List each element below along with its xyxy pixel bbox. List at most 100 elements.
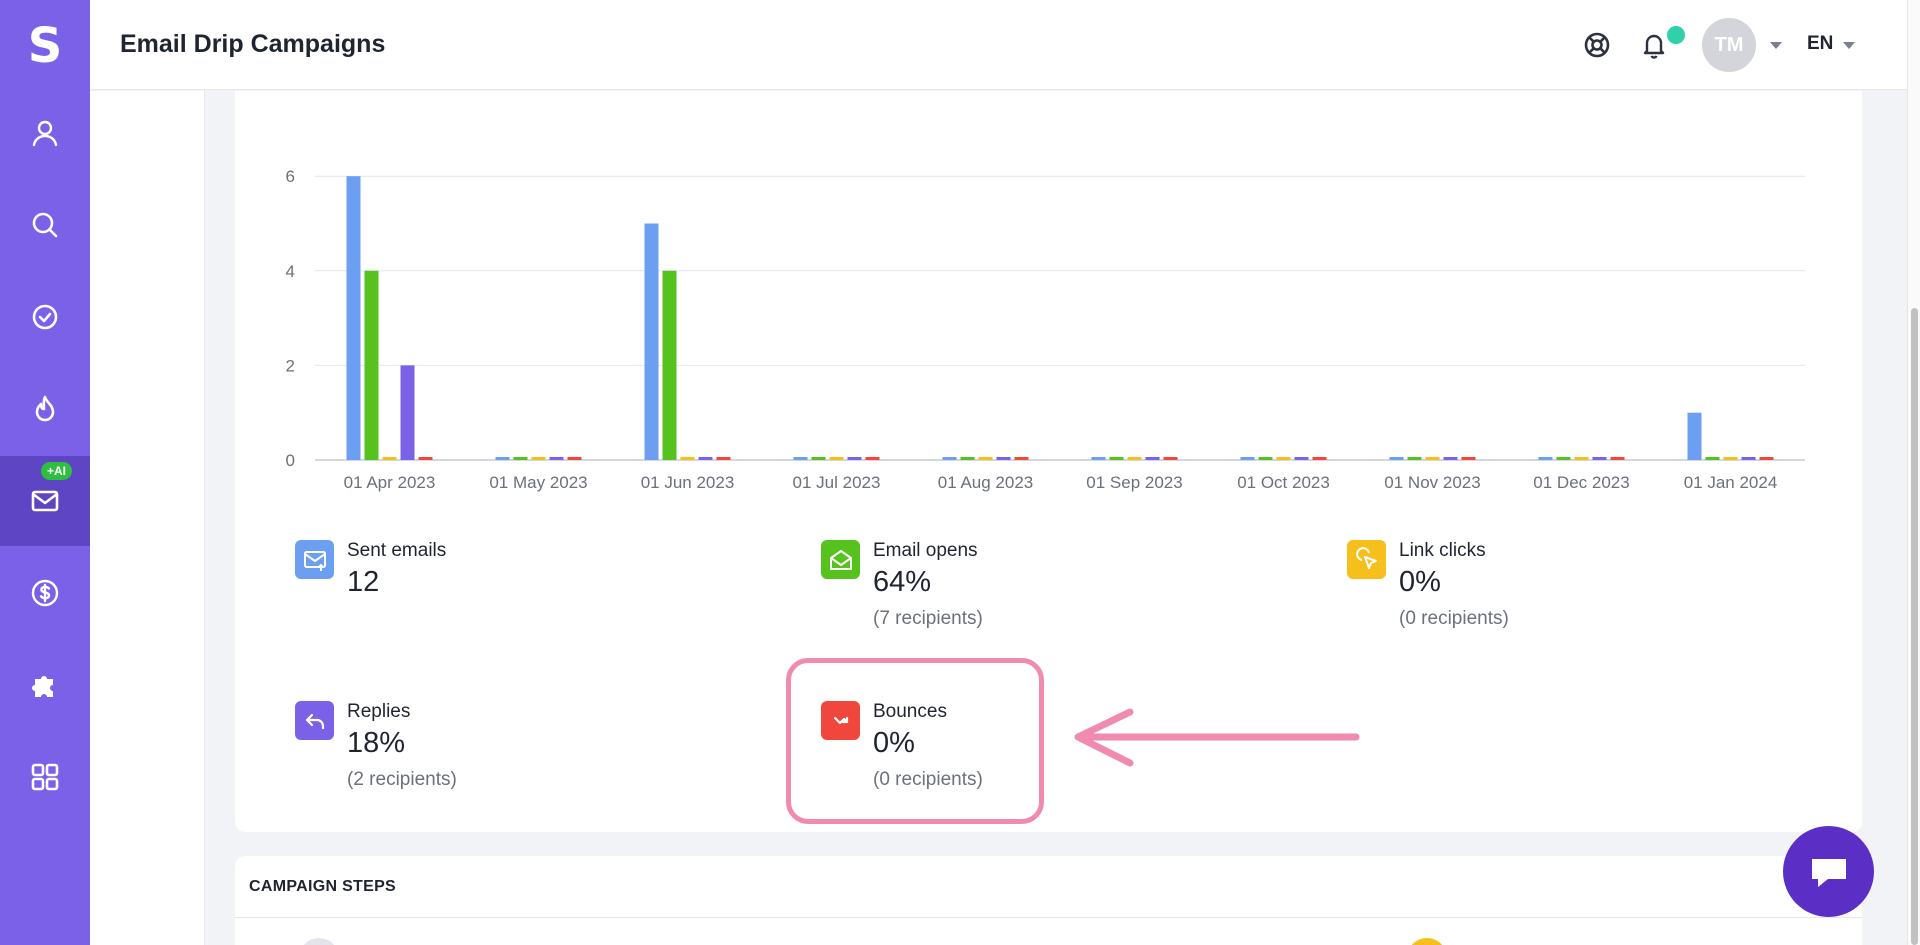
notification-bell-icon[interactable] — [1637, 28, 1671, 62]
chart-bar — [644, 223, 659, 460]
chart-bar — [1425, 457, 1440, 460]
stat-sent-icon-box — [295, 540, 334, 579]
scrollbar-thumb[interactable] — [1911, 308, 1918, 945]
sidebar-item-deals[interactable] — [0, 364, 90, 454]
help-lifebuoy-icon[interactable] — [1580, 28, 1614, 62]
mail-send-icon — [303, 550, 326, 571]
chart-bar — [811, 457, 826, 460]
ai-badge: +AI — [41, 462, 73, 480]
notification-dot — [1667, 26, 1685, 44]
mail-icon — [31, 490, 59, 512]
stat-label: Replies — [347, 701, 411, 722]
chart-bar — [680, 457, 695, 460]
stat-recipients: (2 recipients) — [347, 769, 457, 790]
chart-bar — [1163, 457, 1178, 460]
chart-bar — [531, 457, 546, 460]
stat-value: 64% — [873, 566, 932, 598]
stat-recipients: (7 recipients) — [873, 608, 983, 629]
chart-bar — [1312, 457, 1327, 460]
x-tick-label: 01 Jul 2023 — [793, 473, 881, 492]
campaign-stats-card: 0 2 4 6 01 Apr 2023 01 May 2023 01 Jun 2023 01 … — [235, 91, 1862, 832]
x-tick-label: 01 Apr 2023 — [344, 473, 436, 492]
chart-bar — [960, 457, 975, 460]
chart-bar — [1741, 457, 1756, 460]
grid-icon — [31, 763, 59, 791]
search-icon — [32, 212, 58, 238]
stat-email-opens: Email opens 64% (7 recipients) — [821, 540, 1221, 640]
chart-bar — [1705, 457, 1720, 460]
sidebar-item-contacts[interactable] — [0, 88, 90, 178]
y-tick-label: 2 — [286, 356, 295, 375]
chart-bar — [1258, 457, 1273, 460]
stat-clicks-icon-box — [1347, 540, 1386, 579]
page-title: Email Drip Campaigns — [120, 30, 386, 58]
sidebar-item-tasks[interactable] — [0, 272, 90, 362]
section-title: CAMPAIGN STEPS — [249, 878, 397, 895]
x-tick-label: 01 Sep 2023 — [1086, 473, 1182, 492]
chart-bar — [1014, 457, 1029, 460]
chart-bar — [364, 270, 379, 460]
sidebar-item-apps[interactable] — [0, 732, 90, 822]
x-tick-label: 01 Aug 2023 — [938, 473, 1033, 492]
chart-bar — [1538, 457, 1553, 460]
chart-bar — [978, 457, 993, 460]
chart-bar — [1127, 457, 1142, 460]
stat-value: 0% — [1399, 566, 1441, 598]
top-header: Email Drip Campaigns TM EN — [90, 0, 1907, 90]
stat-value: 18% — [347, 727, 406, 759]
sidebar-item-integrations[interactable] — [0, 640, 90, 730]
puzzle-icon — [32, 676, 53, 697]
cursor-click-icon — [1355, 546, 1377, 569]
step-icon — [1407, 938, 1447, 945]
highlight-box — [786, 658, 1044, 824]
chart-bar — [662, 270, 677, 460]
stat-label: Email opens — [873, 540, 978, 561]
chart-bar — [1109, 457, 1124, 460]
chevron-down-icon[interactable] — [1843, 42, 1855, 49]
x-tick-label: 01 Jan 2024 — [1684, 473, 1778, 492]
person-icon — [32, 120, 58, 147]
left-panel — [90, 91, 205, 945]
chart-bar — [1723, 457, 1738, 460]
mail-open-icon — [829, 549, 852, 570]
chart-bar — [793, 457, 808, 460]
stat-link-clicks: Link clicks 0% (0 recipients) — [1347, 540, 1747, 640]
x-tick-label: 01 Dec 2023 — [1533, 473, 1629, 492]
chart-bar — [382, 457, 397, 460]
sidebar-item-search[interactable] — [0, 180, 90, 270]
chart-bar — [400, 365, 415, 460]
chart-bar — [1610, 457, 1625, 460]
chart-bar — [1276, 457, 1291, 460]
chart-bar — [829, 457, 844, 460]
chart-bar — [1145, 457, 1160, 460]
stat-replies: Replies 18% (2 recipients) — [295, 701, 695, 801]
bar-chart: 0 2 4 6 01 Apr 2023 01 May 2023 01 Jun 2023 01 … — [286, 167, 1805, 492]
stat-label: Link clicks — [1399, 540, 1486, 561]
chart-bar — [1443, 457, 1458, 460]
language-selector[interactable]: EN — [1807, 33, 1833, 55]
chart-bar — [942, 457, 957, 460]
check-circle-icon — [32, 304, 58, 330]
chart-bar — [495, 457, 510, 460]
chart-bar — [865, 457, 880, 460]
chart-bar — [1687, 412, 1702, 460]
chart-bar — [1574, 457, 1589, 460]
user-avatar[interactable]: TM — [1702, 18, 1756, 72]
chevron-down-icon[interactable] — [1770, 42, 1782, 49]
app-logo[interactable]: S — [0, 18, 90, 74]
chart-bar — [996, 457, 1011, 460]
chart-bar — [1091, 457, 1106, 460]
sidebar-item-email[interactable]: +AI — [0, 456, 90, 546]
page-scrollbar[interactable] — [1907, 0, 1920, 945]
chat-widget-button[interactable] — [1783, 826, 1874, 917]
x-tick-label: 01 Jun 2023 — [641, 473, 735, 492]
sidebar-item-billing[interactable] — [0, 548, 90, 638]
stat-label: Sent emails — [347, 540, 447, 561]
chart-bar — [1294, 457, 1309, 460]
dollar-circle-icon — [31, 579, 59, 607]
stat-opens-icon-box — [821, 540, 860, 579]
y-tick-label: 4 — [286, 262, 295, 281]
chart-bar — [549, 457, 564, 460]
reply-icon — [305, 713, 324, 729]
chart-bar — [513, 457, 528, 460]
